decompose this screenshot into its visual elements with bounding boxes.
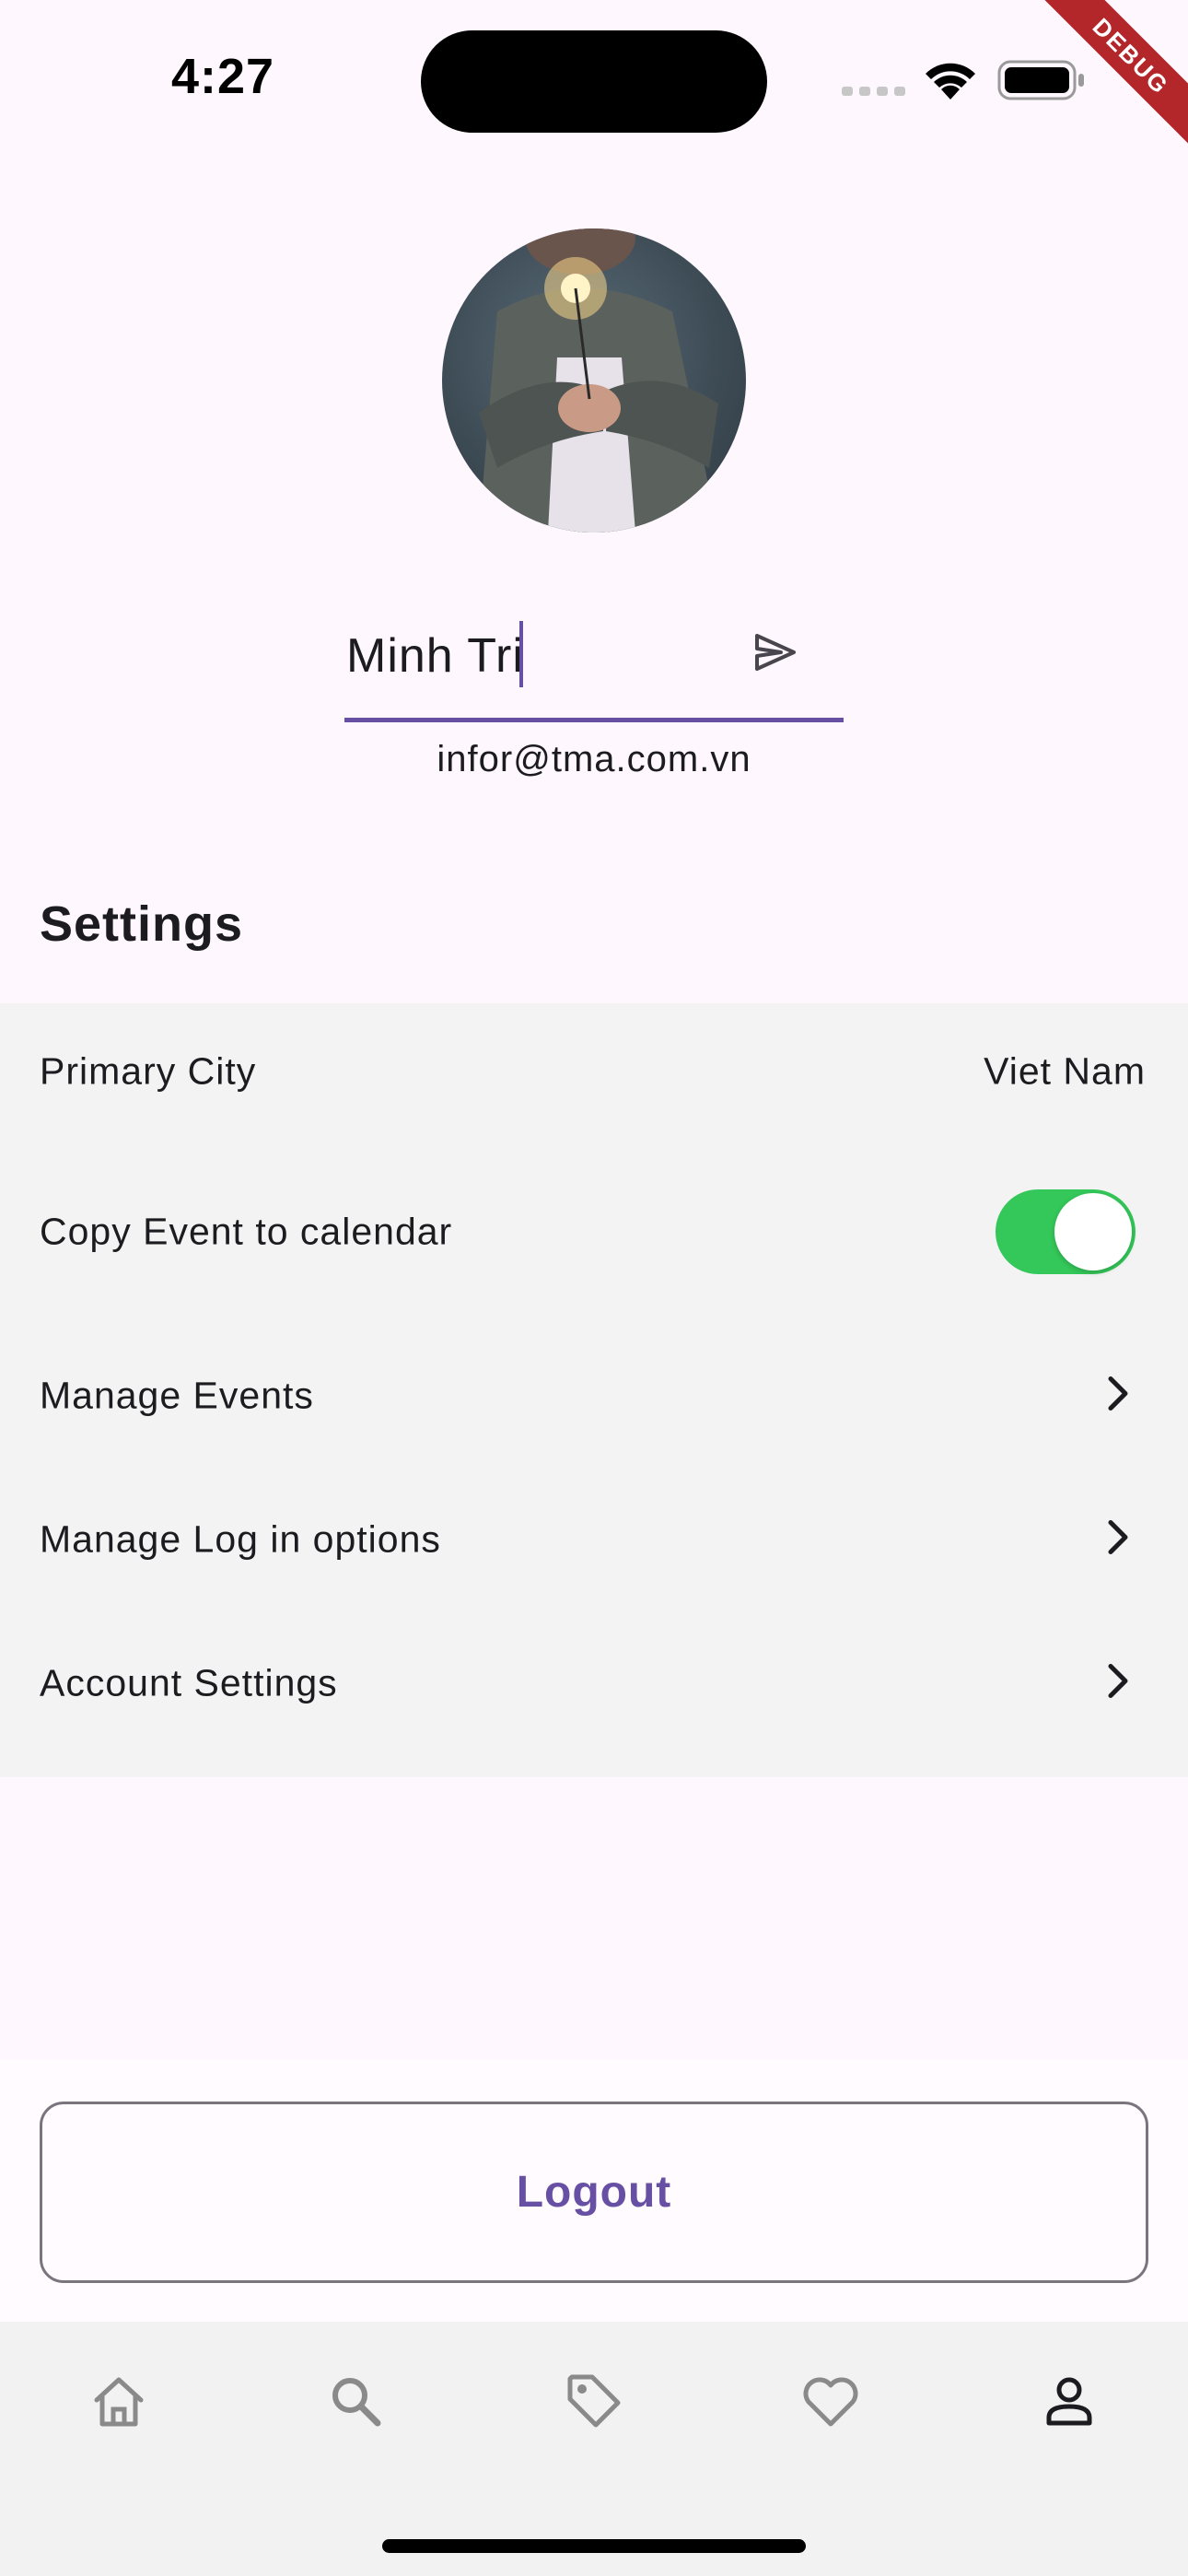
name-input[interactable]: Minh Tri [344, 608, 844, 722]
chevron-right-icon [1107, 1663, 1131, 1704]
nav-search-button[interactable] [319, 2366, 392, 2440]
email-text: infor@tma.com.vn [437, 739, 751, 779]
copy-event-row: Copy Event to calendar [0, 1140, 1188, 1324]
avatar[interactable] [442, 228, 746, 533]
home-icon [91, 2374, 146, 2432]
account-settings-row[interactable]: Account Settings [0, 1611, 1188, 1755]
tag-icon [565, 2371, 623, 2435]
person-icon [1043, 2375, 1095, 2431]
manage-events-label: Manage Events [40, 1374, 314, 1417]
manage-login-row[interactable]: Manage Log in options [0, 1468, 1188, 1611]
settings-title: Settings [40, 896, 244, 952]
primary-city-label: Primary City [40, 1049, 257, 1093]
account-settings-label: Account Settings [40, 1661, 338, 1704]
toggle-knob [1054, 1193, 1132, 1270]
bottom-nav-bar [0, 2322, 1188, 2576]
manage-login-label: Manage Log in options [40, 1517, 441, 1561]
nav-home-button[interactable] [82, 2366, 156, 2440]
primary-city-value: Viet Nam [984, 1049, 1146, 1093]
text-caret [519, 621, 523, 687]
name-input-value[interactable]: Minh Tri [346, 628, 524, 684]
manage-events-row[interactable]: Manage Events [0, 1324, 1188, 1468]
home-indicator [382, 2539, 806, 2553]
heart-icon [801, 2374, 860, 2432]
primary-city-row[interactable]: Primary City Viet Nam [0, 1003, 1188, 1140]
search-icon [328, 2373, 383, 2433]
dynamic-island [421, 30, 767, 133]
nav-tags-button[interactable] [557, 2366, 631, 2440]
signal-icon [842, 85, 906, 102]
send-icon[interactable] [753, 632, 798, 677]
avatar-photo [479, 228, 718, 533]
chevron-right-icon [1107, 1519, 1131, 1561]
copy-event-label: Copy Event to calendar [40, 1210, 453, 1253]
copy-event-toggle[interactable] [996, 1189, 1136, 1274]
wifi-icon [921, 59, 980, 106]
logout-button[interactable]: Logout [40, 2102, 1148, 2283]
battery-icon [997, 59, 1086, 106]
nav-favorites-button[interactable] [794, 2366, 868, 2440]
nav-profile-button[interactable] [1032, 2366, 1106, 2440]
status-time: 4:27 [171, 49, 275, 104]
settings-panel: Primary City Viet Nam Copy Event to cale… [0, 1003, 1188, 1777]
chevron-right-icon [1107, 1376, 1131, 1417]
